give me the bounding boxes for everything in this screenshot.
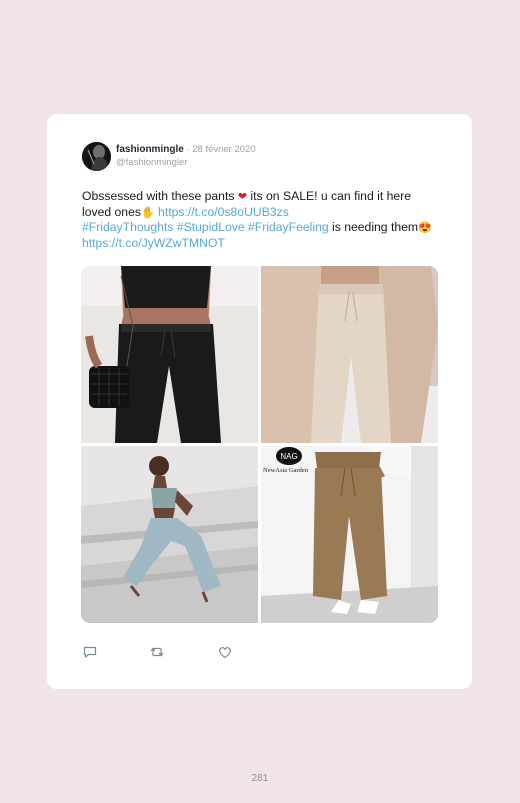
author-handle[interactable]: @fashionmingler [116, 157, 187, 168]
tweet-text-part1: Obssessed with these pants [82, 189, 238, 203]
photo-grid: NAG NewAsia Garden [81, 266, 438, 623]
photo-black-joggers[interactable] [81, 266, 258, 443]
page-number: 281 [251, 773, 269, 784]
tweet-text: Obssessed with these pants ❤ its on SALE… [82, 189, 432, 251]
photo-beige-joggers[interactable] [261, 266, 438, 443]
photo-logo-text: NewAsia Garden [263, 467, 309, 474]
date-separator: · [183, 144, 193, 155]
photo-khaki-joggers[interactable]: NAG NewAsia Garden [261, 446, 438, 623]
tweet-date[interactable]: 28 février 2020 [192, 144, 255, 155]
reply-icon[interactable] [82, 644, 98, 660]
tweet-link-1[interactable]: https://t.co/0s8oUUB3zs [158, 205, 289, 219]
photo-blue-joggers[interactable] [81, 446, 258, 623]
tweet-card: fashionmingle · 28 février 2020 @fashion… [47, 114, 472, 689]
avatar[interactable] [82, 142, 111, 171]
tweet-link-2[interactable]: https://t.co/JyWZwTMNOT [82, 236, 225, 250]
author-line: fashionmingle · 28 février 2020 [116, 144, 256, 155]
hashtag-friday-feeling[interactable]: #FridayFeeling [248, 220, 329, 234]
hashtag-stupid-love[interactable]: #StupidLove [177, 220, 245, 234]
tweet-text-part3: is needing them [328, 220, 419, 234]
retweet-icon[interactable] [149, 644, 165, 660]
heart-eyes-emoji: 😍 [418, 222, 432, 234]
raised-hand-emoji: ✋ [140, 206, 155, 219]
author-name[interactable]: fashionmingle [116, 144, 184, 155]
svg-text:NAG: NAG [280, 452, 297, 461]
like-icon[interactable] [217, 644, 233, 660]
heart-emoji: ❤ [237, 191, 248, 203]
hashtag-friday-thoughts[interactable]: #FridayThoughts [82, 220, 173, 234]
